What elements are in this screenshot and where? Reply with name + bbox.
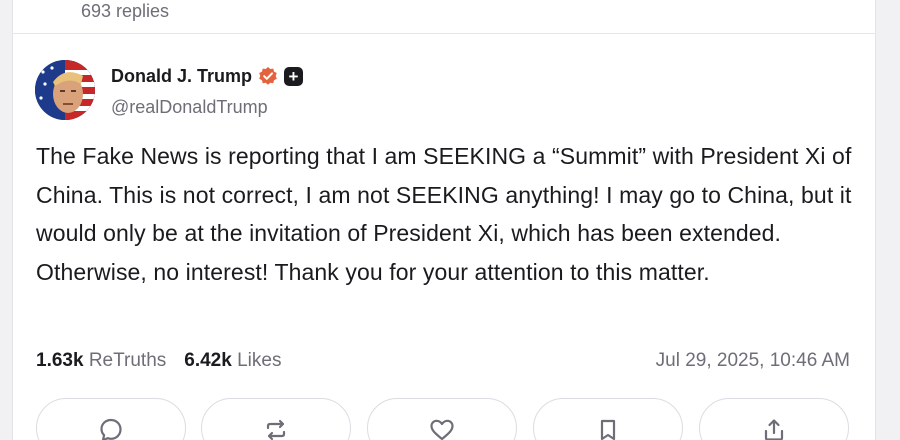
bookmark-button[interactable] xyxy=(533,398,683,440)
post-timestamp[interactable]: Jul 29, 2025, 10:46 AM xyxy=(656,348,850,374)
share-icon xyxy=(764,419,784,440)
post-author: Donald J. Trump + xyxy=(111,64,304,88)
share-button[interactable] xyxy=(699,398,849,440)
retruths-stat[interactable]: 1.63k ReTruths xyxy=(36,348,166,374)
post-stats: 1.63k ReTruths 6.42k Likes xyxy=(36,348,299,374)
retruths-label: ReTruths xyxy=(88,350,167,371)
avatar[interactable] xyxy=(35,60,95,120)
previous-post-replies-count[interactable]: 693 replies xyxy=(81,0,169,22)
retruth-button[interactable] xyxy=(201,398,351,440)
avatar-image xyxy=(35,60,95,120)
author-handle[interactable]: @realDonaldTrump xyxy=(111,95,268,119)
like-button[interactable] xyxy=(367,398,517,440)
reply-button[interactable] xyxy=(36,398,186,440)
likes-label: Likes xyxy=(237,350,282,371)
verified-check-icon xyxy=(259,67,277,85)
author-display-name[interactable]: Donald J. Trump xyxy=(111,64,252,88)
reply-bubble-icon xyxy=(100,418,122,440)
likes-count: 6.42k xyxy=(184,350,232,371)
plus-badge: + xyxy=(284,66,304,86)
post-divider xyxy=(12,33,876,34)
bookmark-icon xyxy=(600,419,616,440)
retruth-arrows-icon xyxy=(266,419,286,440)
post-body-text: The Fake News is reporting that I am SEE… xyxy=(36,143,852,285)
heart-icon xyxy=(430,419,454,440)
retruths-count: 1.63k xyxy=(36,350,84,371)
likes-stat[interactable]: 6.42k Likes xyxy=(184,348,281,374)
